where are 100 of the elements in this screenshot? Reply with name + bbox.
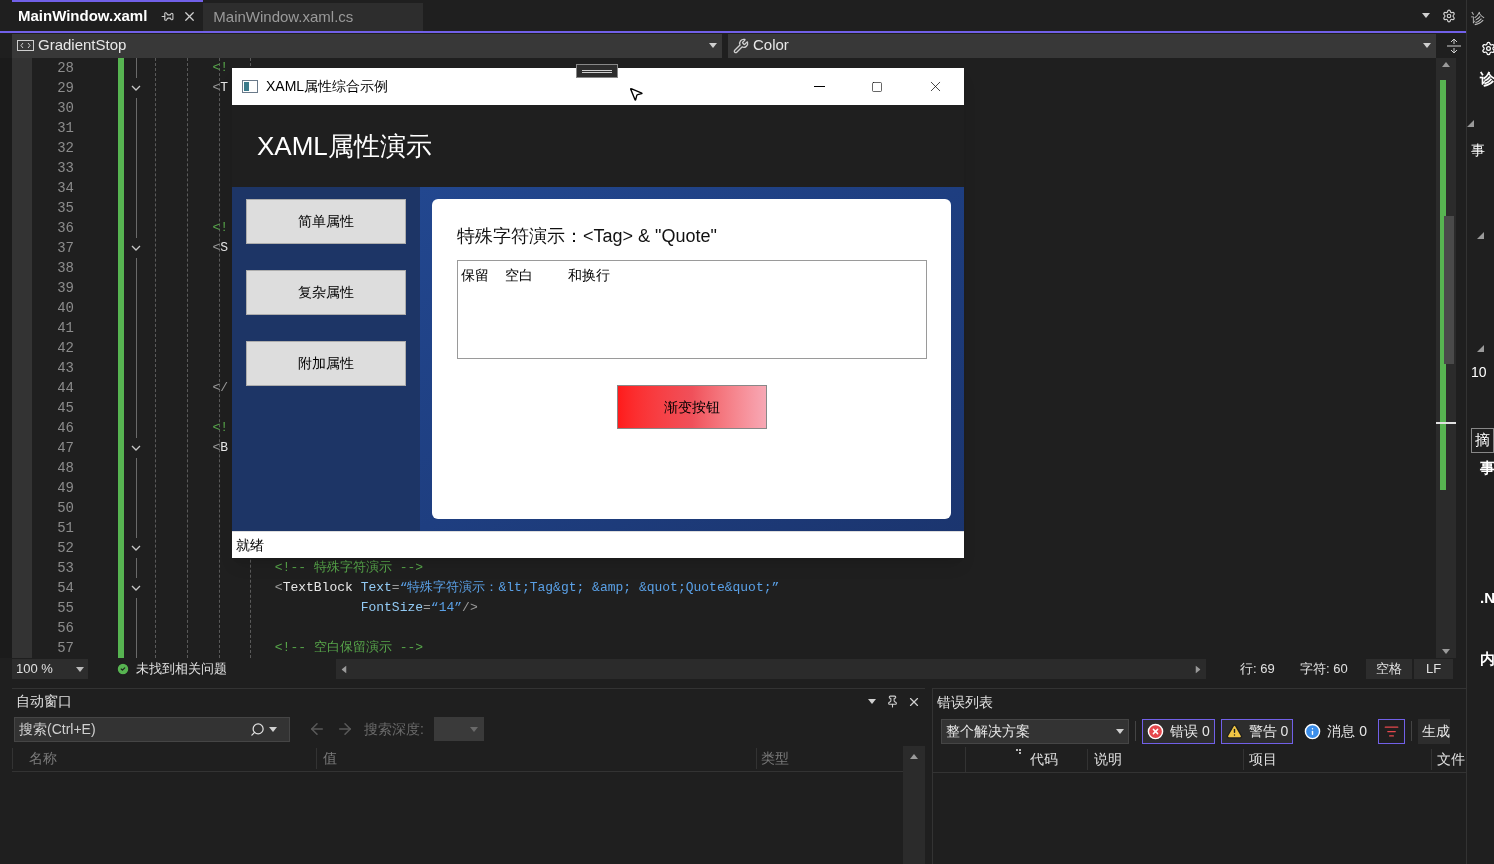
expand-triangle-icon[interactable] xyxy=(1477,232,1484,239)
panel-tab[interactable]: 摘 xyxy=(1471,428,1494,453)
line-indicator[interactable]: 行: 69 xyxy=(1240,659,1300,679)
panel-scrollbar[interactable] xyxy=(903,746,925,864)
tab-list-caret-icon xyxy=(1422,13,1430,18)
nav-button[interactable]: 复杂属性 xyxy=(246,270,406,315)
caret-icon xyxy=(709,43,717,48)
scroll-right-icon xyxy=(1195,665,1201,673)
code-line: </ xyxy=(211,379,228,398)
line-number: 40 xyxy=(57,298,74,318)
caret-icon xyxy=(1423,43,1431,48)
maximize-icon xyxy=(871,80,883,93)
line-number: 46 xyxy=(57,418,74,438)
indent-indicator[interactable]: 空格 xyxy=(1366,659,1412,679)
collapse-chevron-icon[interactable] xyxy=(131,245,141,251)
filter-toggle[interactable]: 错误 0 xyxy=(1142,718,1215,744)
line-number: 34 xyxy=(57,178,74,198)
code-line: <! xyxy=(211,219,228,238)
code-line: <TextBlock Text=“特殊字符演示：&lt;Tag&gt; &amp; &quot;Quote&quot;” xyxy=(273,579,780,598)
code-line: <! xyxy=(211,419,228,438)
window-icon xyxy=(242,80,258,93)
scroll-down-icon xyxy=(1442,649,1450,654)
pin-icon[interactable] xyxy=(161,10,175,23)
filter-button[interactable] xyxy=(1378,718,1406,744)
info-icon xyxy=(1304,722,1322,740)
line-number: 47 xyxy=(57,438,74,458)
zoom-dropdown[interactable]: 100 % xyxy=(12,659,88,679)
sort-icon xyxy=(1016,749,1021,755)
line-number: 28 xyxy=(57,58,74,78)
column-header[interactable]: 代码 xyxy=(1025,749,1087,770)
editor-tab[interactable]: MainWindow.xaml.cs xyxy=(203,3,424,31)
line-number: 45 xyxy=(57,398,74,418)
panel-title: 自动窗口 xyxy=(16,692,73,712)
column-indicator[interactable]: 字符: 60 xyxy=(1300,659,1366,679)
error-icon xyxy=(1147,722,1164,740)
line-ending-indicator[interactable]: LF xyxy=(1414,659,1454,679)
column-header[interactable]: 类型 xyxy=(756,748,900,770)
scroll-thumb[interactable] xyxy=(1444,216,1454,364)
gradient-button[interactable]: 渐变按钮 xyxy=(617,385,767,429)
split-window-icon[interactable] xyxy=(1446,37,1462,54)
property-dropdown[interactable]: Color xyxy=(728,33,1436,58)
column-header[interactable]: 项目 xyxy=(1243,749,1431,770)
collapse-chevron-icon[interactable] xyxy=(131,85,141,91)
expand-triangle-icon[interactable] xyxy=(1467,120,1474,127)
section-heading: 事 xyxy=(1480,458,1494,478)
text-box[interactable]: 保留 空白 和换行 xyxy=(457,260,927,359)
code-line: FontSize=“14”/> xyxy=(359,599,478,618)
line-number: 56 xyxy=(57,618,74,638)
nav-button[interactable]: 附加属性 xyxy=(246,341,406,386)
code-line: <S xyxy=(211,239,229,258)
build-dropdown[interactable]: 生成 xyxy=(1418,718,1451,744)
expand-triangle-icon[interactable] xyxy=(1477,345,1484,352)
caret-position-marker xyxy=(1436,422,1456,424)
line-number: 42 xyxy=(57,338,74,358)
warning-icon xyxy=(1225,722,1243,740)
column-header[interactable]: 值 xyxy=(316,748,756,770)
line-number: 55 xyxy=(57,598,74,618)
line-number: 29 xyxy=(57,78,74,98)
line-number: 43 xyxy=(57,358,74,378)
code-line: <B xyxy=(211,439,229,458)
issues-status[interactable]: 未找到相关问题 xyxy=(136,659,336,679)
line-number: 54 xyxy=(57,578,74,598)
scroll-up-icon xyxy=(1442,62,1450,67)
line-number: 31 xyxy=(57,118,74,138)
filter-icon xyxy=(1384,723,1400,739)
line-number: 33 xyxy=(57,158,74,178)
line-number: 49 xyxy=(57,478,74,498)
line-number: 51 xyxy=(57,518,74,538)
tree-item[interactable]: 事 xyxy=(1471,140,1485,161)
pin-icon[interactable] xyxy=(886,695,899,709)
scroll-left-icon xyxy=(341,665,347,673)
column-header[interactable]: 名称 xyxy=(12,748,316,770)
collapse-chevron-icon[interactable] xyxy=(131,545,141,551)
code-line: <!-- 空白保留演示 --> xyxy=(273,639,424,658)
caret-icon xyxy=(1116,728,1124,734)
scope-dropdown[interactable]: 整个解决方案 xyxy=(941,718,1129,744)
debug-toolbar-handle[interactable] xyxy=(576,64,618,78)
line-number: 57 xyxy=(57,638,74,658)
horizontal-scrollbar[interactable] xyxy=(336,659,1206,679)
app-header: XAML属性演示 xyxy=(257,129,432,163)
element-dropdown[interactable]: GradientStop xyxy=(12,33,722,58)
special-characters-text: 特殊字符演示：<Tag> & "Quote" xyxy=(457,225,718,248)
panel-title: 错误列表 xyxy=(937,692,993,712)
window-title: XAML属性综合示例 xyxy=(266,77,389,96)
collapse-chevron-icon[interactable] xyxy=(131,445,141,451)
filter-toggle[interactable]: 消息 0 xyxy=(1299,718,1373,744)
check-icon xyxy=(116,662,130,676)
line-number: 35 xyxy=(57,198,74,218)
line-number: 52 xyxy=(57,538,74,558)
column-header[interactable]: 说明 xyxy=(1087,749,1243,770)
filter-toggle[interactable]: 警告 0 xyxy=(1220,718,1294,744)
collapse-chevron-icon[interactable] xyxy=(131,585,141,591)
line-number: 38 xyxy=(57,258,74,278)
vertical-scrollbar[interactable] xyxy=(1436,58,1456,658)
tree-item[interactable]: 10 xyxy=(1471,362,1487,383)
nav-button[interactable]: 简单属性 xyxy=(246,199,406,244)
settings-icon[interactable] xyxy=(1442,8,1456,23)
line-number: 50 xyxy=(57,498,74,518)
code-line: <!-- 特殊字符演示 --> xyxy=(273,559,424,578)
line-number: 53 xyxy=(57,558,74,578)
